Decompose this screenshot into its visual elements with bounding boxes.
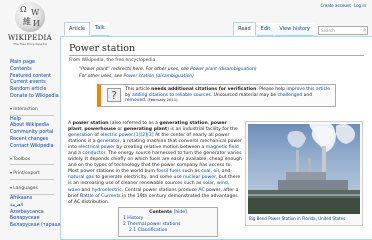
sidebar-language-item[interactable]: Беларуская (тарашкевіца): [10, 223, 77, 230]
hatnote: "Power plant" redirects here. For other …: [79, 67, 364, 72]
hatnote-text: "Power plant" redirects here. For other …: [79, 67, 191, 72]
article-link[interactable]: hydroelectric: [92, 188, 122, 193]
sidebar-item-donate[interactable]: Donate to Wikipedia: [10, 94, 59, 101]
sidebar-item-main-page[interactable]: Main page: [10, 60, 54, 67]
power-station-photo[interactable]: [248, 124, 360, 214]
notice-text-part: . Unsourced material may be: [210, 92, 278, 98]
article-link[interactable]: electrical power: [78, 145, 115, 150]
question-book-icon: ?: [107, 88, 121, 103]
table-of-contents: Contents [hide] 1 History 2 Thermal powe…: [118, 207, 218, 237]
tab-view-history[interactable]: View history: [275, 23, 314, 36]
body-text: ) is an industrial facility for the: [167, 127, 238, 133]
sidebar-language-item[interactable]: Afrikaans: [10, 196, 54, 203]
toc-hide-toggle[interactable]: [hide]: [174, 210, 187, 215]
notice-text-part: . Please help: [256, 87, 287, 92]
notice-text-part: by: [125, 92, 132, 98]
bold-term: power station: [72, 121, 109, 126]
top-bar: Create account Log in Article Talk Read …: [56, 0, 372, 36]
notice-date: . (February 2011): [144, 98, 178, 103]
tab-article[interactable]: Article: [64, 22, 91, 36]
hatnote-text: For other uses, see: [79, 74, 124, 79]
article-link[interactable]: generation: [68, 133, 93, 138]
body-text: . Central power stations produce: [121, 187, 199, 193]
article-link[interactable]: wave: [68, 188, 80, 193]
view-tabs: Read Edit View history Search ⌕: [233, 22, 368, 36]
body-text: and: [80, 187, 92, 193]
namespace-tabs: Article Talk: [64, 22, 110, 36]
bold-term: generating station: [159, 121, 208, 126]
sidebar-item-community[interactable]: Community portal: [10, 130, 54, 137]
sidebar-item-contact[interactable]: Contact Wikipedia: [10, 144, 54, 151]
toc-item-classification[interactable]: 2.1 Classification: [123, 228, 213, 234]
sidebar-item-contents[interactable]: Contents: [10, 67, 54, 74]
bold-term: powerhouse: [84, 127, 116, 133]
sidebar: Main page Contents Featured content Curr…: [10, 60, 77, 230]
portal-languages-heading[interactable]: Languages: [10, 185, 54, 195]
body-text: (also referred to as a: [108, 121, 160, 126]
article-link[interactable]: wind: [217, 181, 228, 186]
add-citations-link[interactable]: adding citations to reliable sources: [132, 93, 211, 98]
notice-text: This article needs additional citations …: [125, 87, 333, 104]
tab-edit[interactable]: Edit: [256, 23, 275, 36]
tab-talk[interactable]: Talk: [91, 22, 109, 36]
sidebar-item-random-article[interactable]: Random article: [10, 87, 54, 94]
page-title: Power station: [69, 43, 364, 56]
article-link[interactable]: [1][2][3]: [134, 133, 154, 138]
hatnote-link[interactable]: Power plant (disambiguation): [190, 67, 256, 72]
puzzle-globe-icon: ΩW維И: [15, 2, 45, 32]
notice-text-part: and: [302, 92, 313, 98]
article-link[interactable]: nuclear power: [183, 175, 216, 180]
hatnote-link[interactable]: Power station (disambiguation): [124, 74, 194, 79]
body-text: and a: [68, 151, 83, 157]
create-account-link[interactable]: Create account: [320, 3, 351, 8]
thumbnail: Big Bend Power Station in Florida, Unite…: [245, 121, 363, 226]
notice-text-part: This article: [125, 87, 152, 92]
search-icon[interactable]: ⌕: [363, 27, 366, 33]
improve-link[interactable]: improve this article: [286, 87, 330, 92]
body-text: ,: [227, 181, 230, 187]
article-link[interactable]: generator: [97, 139, 120, 144]
body-text: such as: [180, 169, 202, 175]
site-subtitle: From Wikipedia, the free encyclopedia: [69, 58, 156, 63]
portal-interaction-heading[interactable]: Interaction: [10, 106, 54, 116]
notice-text-bold: needs additional citations for verificat…: [151, 87, 257, 92]
sidebar-language-item[interactable]: العربية: [10, 203, 54, 210]
body-text: , and: [218, 169, 231, 175]
body-text: or: [115, 127, 124, 133]
personal-tools: Create account Log in: [320, 3, 366, 8]
article-link[interactable]: electric power: [100, 133, 132, 138]
thumbnail-caption[interactable]: Big Bend Power Station in Florida, Unite…: [248, 214, 360, 223]
removed-link[interactable]: removed: [125, 98, 145, 103]
login-link[interactable]: Log in: [354, 3, 366, 8]
search-placeholder: Search: [321, 28, 335, 33]
challenged-link[interactable]: challenged: [278, 93, 303, 98]
hatnote: For other uses, see Power station (disam…: [79, 74, 364, 79]
body-text: by creating relative motion between a: [114, 145, 206, 151]
article-link[interactable]: conductor: [82, 151, 105, 156]
article-link[interactable]: magnetic field: [206, 145, 239, 150]
body-text: to generate electricity, and some use: [94, 175, 184, 181]
article-link[interactable]: natural gas: [68, 175, 94, 180]
article-link[interactable]: fossil fuels: [157, 169, 181, 174]
wikipedia-logo[interactable]: ΩW維И WIKIPEDIA The Free Encyclopedia: [6, 2, 54, 54]
sidebar-item-recent-changes[interactable]: Recent changes: [10, 137, 54, 144]
portal-toolbox-heading[interactable]: Toolbox: [10, 156, 54, 166]
article-link[interactable]: Battle of Currents: [80, 194, 121, 199]
article-body: A power station (also referred to as a g…: [68, 121, 242, 206]
toc-title-text: Contents: [149, 210, 172, 215]
citation-needed-notice: ? This article needs additional citation…: [97, 84, 336, 107]
article-link[interactable]: coal: [201, 169, 210, 174]
logo-tagline: The Free Encyclopedia: [13, 42, 47, 46]
article-link[interactable]: solar: [203, 181, 214, 186]
search-input[interactable]: Search ⌕: [318, 26, 368, 35]
tab-read[interactable]: Read: [233, 22, 256, 36]
bold-term: generating plant: [123, 127, 168, 133]
logo-wordmark: WIKIPEDIA: [8, 34, 52, 42]
portal-print-heading[interactable]: Print/export: [10, 170, 54, 181]
